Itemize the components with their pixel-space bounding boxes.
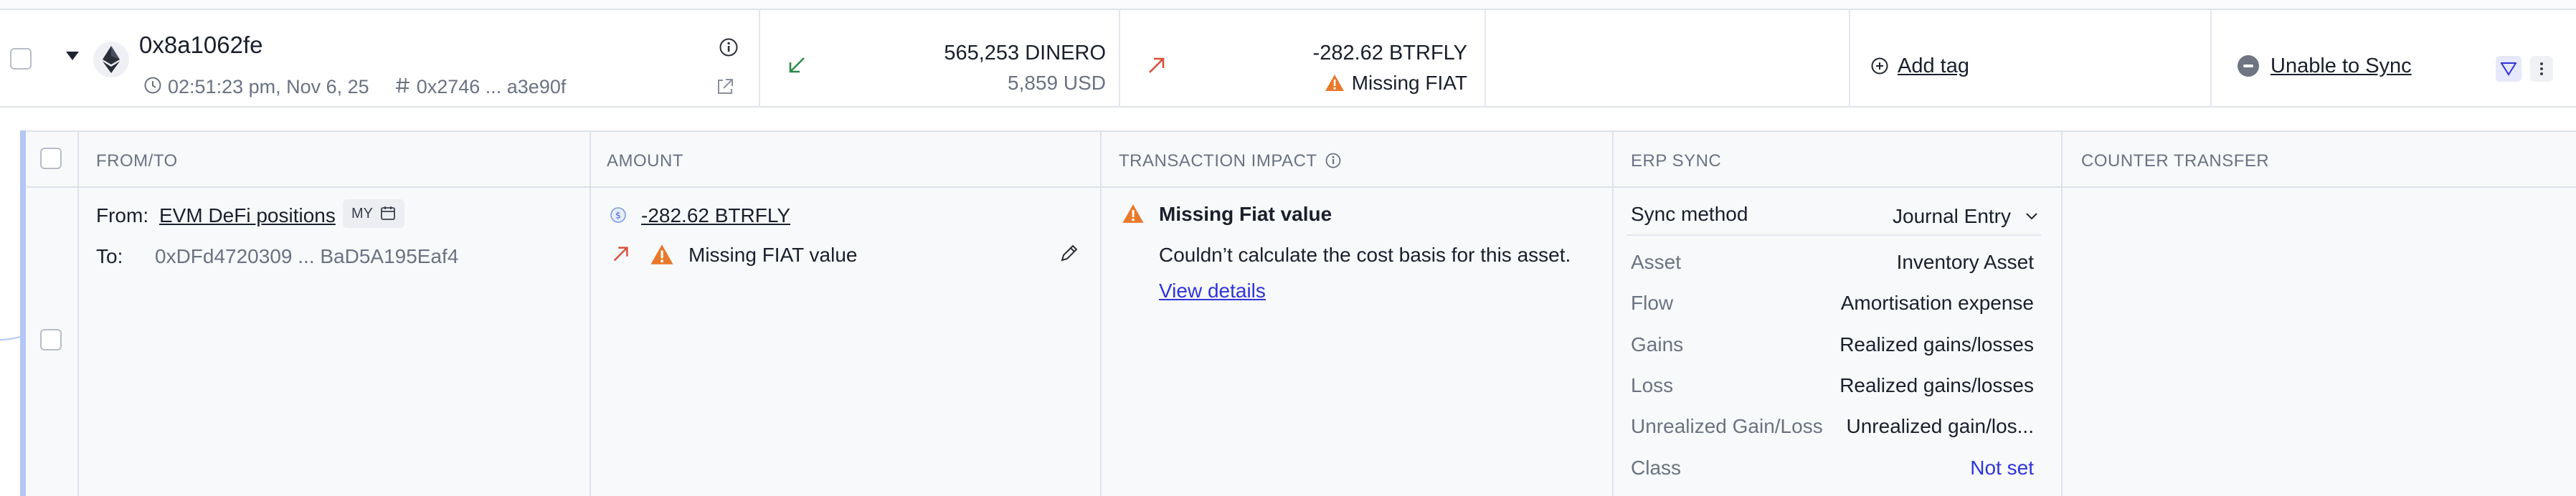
erp-row-label: Unrealized Gain/Loss (1631, 415, 1823, 437)
header-counter-transfer: COUNTER TRANSFER (2081, 151, 2270, 171)
header-from-to: FROM/TO (96, 151, 178, 171)
sent-status: Missing FIAT (1325, 72, 1467, 97)
amount-value-link[interactable]: -282.62 BTRFLY (641, 204, 790, 227)
add-tag-label: Add tag (1898, 54, 1969, 77)
warning-icon (1122, 204, 1145, 227)
token-icon: $ (610, 206, 627, 227)
erp-row-label: Asset (1631, 251, 1682, 273)
sync-method-value: Journal Entry (1893, 205, 2011, 227)
calendar-icon (380, 202, 396, 231)
header-transaction-impact: TRANSACTION IMPACT (1119, 151, 1342, 174)
edit-pencil-icon[interactable] (1059, 242, 1080, 267)
erp-row-label: Class (1631, 457, 1682, 479)
sync-status[interactable]: Unable to Sync (2238, 54, 2412, 78)
from-label: From: (96, 204, 149, 226)
minus-circle-icon (2238, 55, 2259, 77)
filter-icon (2501, 62, 2516, 76)
panel-accent-bar (20, 130, 26, 496)
previous-row-edge (0, 0, 2576, 10)
my-wallet-badge[interactable]: MY (343, 199, 404, 228)
details-row-checkbox[interactable] (40, 329, 62, 350)
erp-divider (1626, 234, 2041, 236)
info-icon[interactable] (1325, 152, 1342, 174)
chevron-down-icon (2025, 203, 2038, 226)
column-divider (1119, 10, 1120, 108)
header-amount: AMOUNT (607, 151, 683, 171)
column-divider (1484, 10, 1486, 108)
clock-icon (143, 76, 162, 100)
erp-row-value[interactable]: Unrealized gain/los... (1847, 415, 2034, 438)
to-label: To: (96, 245, 123, 267)
column-divider (589, 132, 591, 496)
erp-row-label: Gains (1631, 333, 1684, 356)
sent-status-text: Missing FIAT (1351, 72, 1467, 94)
received-fiat: 5,859 USD (1008, 72, 1106, 94)
sent-amount: -282.62 BTRFLY (1312, 42, 1467, 65)
add-tag-button[interactable]: Add tag (1870, 54, 1969, 78)
sync-status-text: Unable to Sync (2270, 54, 2412, 77)
hash-icon (395, 77, 411, 99)
column-divider (1849, 10, 1850, 108)
view-details-link[interactable]: View details (1159, 280, 1266, 302)
erp-row-value[interactable]: Realized gains/losses (1839, 333, 2034, 356)
plus-circle-icon (1871, 57, 1888, 75)
column-divider (1612, 132, 1614, 496)
tree-connector (0, 336, 20, 340)
header-transaction-impact-text: TRANSACTION IMPACT (1119, 151, 1317, 171)
amount-status: Missing FIAT value (688, 244, 858, 266)
received-arrow-icon (786, 54, 808, 80)
transaction-ref[interactable]: 0x2746 ... a3e90f (417, 76, 567, 97)
info-icon[interactable] (719, 37, 739, 61)
warning-icon (1325, 74, 1345, 97)
column-divider (2061, 132, 2063, 496)
row-checkbox[interactable] (10, 48, 32, 70)
erp-class-not-set[interactable]: Not set (1970, 457, 2034, 480)
erp-row-label: Flow (1631, 292, 1674, 314)
received-amount: 565,253 DINERO (944, 42, 1106, 65)
erp-row-label: Loss (1631, 374, 1674, 396)
impact-title: Missing Fiat value (1159, 203, 1332, 225)
column-divider (1100, 132, 1102, 496)
sent-arrow-icon (611, 244, 631, 267)
column-divider (759, 10, 760, 108)
to-value[interactable]: 0xDFd4720309 ... BaD5A195Eaf4 (155, 245, 458, 268)
column-divider (77, 132, 79, 496)
my-wallet-badge-text: MY (351, 206, 373, 221)
transaction-row[interactable]: 0x8a1062fe 02:51:23 pm, Nov 6, 25 0x2746… (0, 10, 2576, 108)
sent-arrow-icon (1146, 54, 1168, 80)
impact-description: Couldn’t calculate the cost basis for th… (1159, 244, 1571, 266)
erp-row-value[interactable]: Realized gains/losses (1839, 374, 2034, 397)
column-divider (2210, 10, 2212, 108)
expand-caret-icon[interactable] (66, 52, 79, 60)
erp-row-value[interactable]: Inventory Asset (1897, 251, 2034, 274)
sync-method-select[interactable]: Journal Entry (1893, 203, 2038, 228)
external-link-icon[interactable] (714, 76, 736, 101)
transaction-time: 02:51:23 pm, Nov 6, 25 (168, 76, 369, 97)
sync-method-label: Sync method (1631, 203, 1748, 225)
transaction-meta: 02:51:23 pm, Nov 6, 25 0x2746 ... a3e90f (143, 76, 566, 100)
details-header-checkbox[interactable] (40, 148, 62, 169)
transaction-hash[interactable]: 0x8a1062fe (139, 32, 263, 59)
header-erp-sync: ERP SYNC (1631, 151, 1722, 171)
ethereum-icon (93, 42, 129, 77)
erp-row-value[interactable]: Amortisation expense (1841, 292, 2034, 315)
svg-text:$: $ (615, 211, 621, 221)
warning-icon (650, 244, 674, 269)
filter-button[interactable] (2496, 56, 2521, 82)
from-value-link[interactable]: EVM DeFi positions (159, 204, 336, 227)
more-options-button[interactable] (2530, 56, 2553, 82)
